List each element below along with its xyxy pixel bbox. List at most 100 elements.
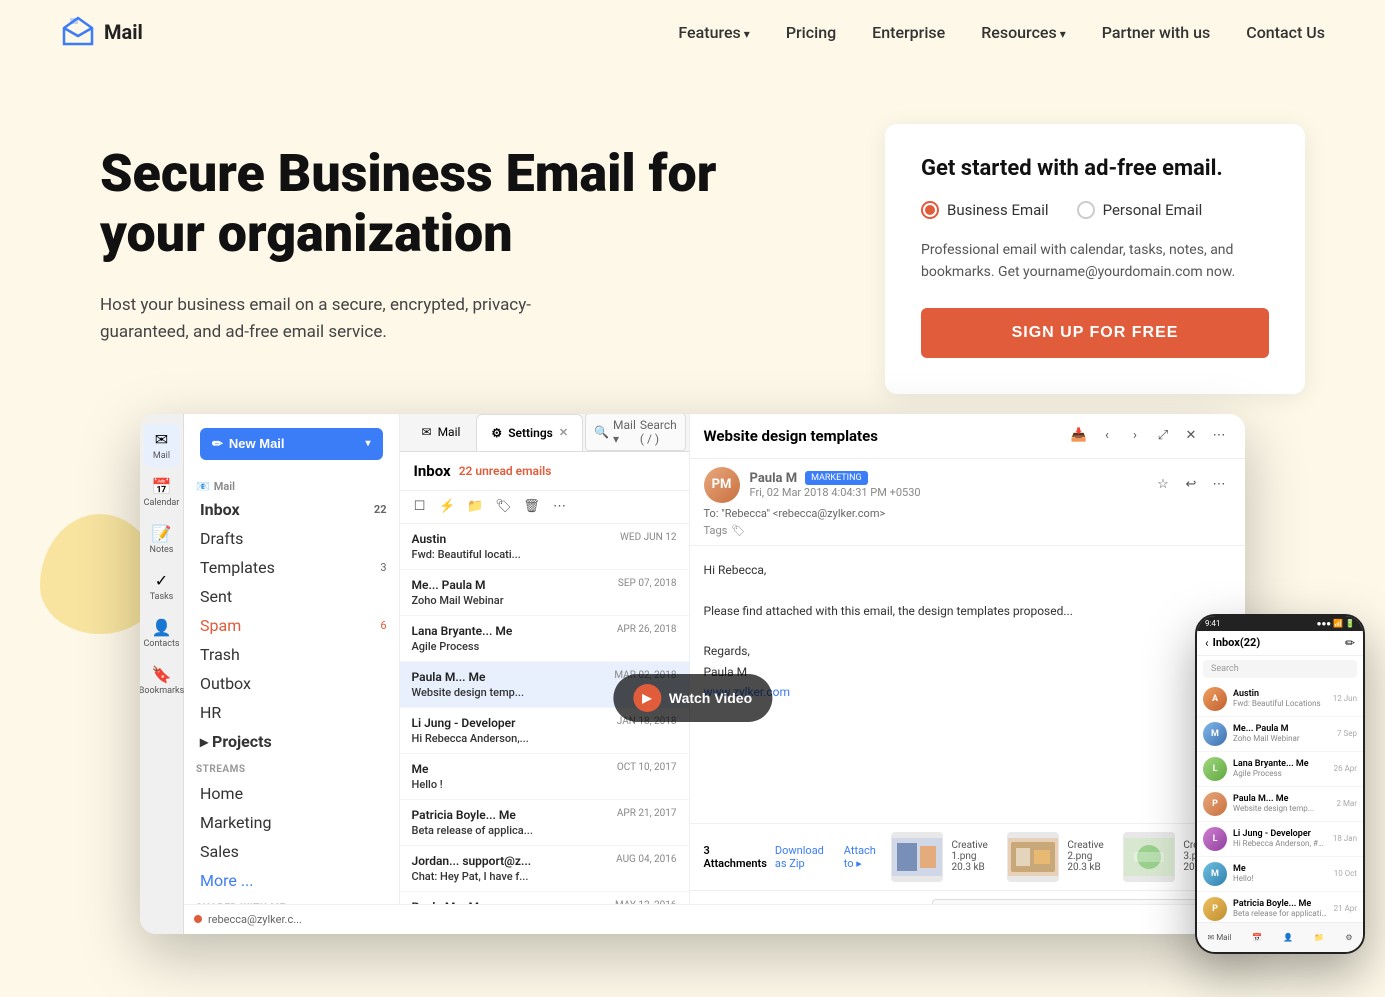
expand-icon[interactable]: ⤢	[1151, 424, 1175, 448]
email-row[interactable]: Patricia Boyle... Me APR 21, 2017 Beta r…	[400, 800, 689, 846]
attachment-2[interactable]	[1007, 832, 1059, 882]
folder-icon[interactable]: 📁	[464, 495, 488, 519]
sender-name: Paula M	[750, 471, 798, 486]
nav-contacts[interactable]: 👤 Contacts	[144, 612, 180, 655]
watch-video-button[interactable]: ▶ Watch Video	[613, 674, 772, 722]
close-detail-icon[interactable]: ✕	[1179, 424, 1203, 448]
signup-button[interactable]: SIGN UP FOR FREE	[921, 308, 1269, 358]
mobile-email-row[interactable]: A Austin Fwd: Beautiful Locations 12 Jun	[1197, 682, 1363, 717]
delete-icon[interactable]: 🗑	[520, 495, 544, 519]
sidebar-sales-stream[interactable]: Sales	[184, 837, 399, 866]
mobile-tab-contacts[interactable]: 👤	[1283, 933, 1293, 942]
sidebar-inbox[interactable]: Inbox 22	[184, 495, 399, 524]
mobile-email-row[interactable]: M Me Hello! 10 Oct	[1197, 857, 1363, 892]
mobile-tab-mail[interactable]: ✉ Mail	[1208, 933, 1232, 942]
email-row[interactable]: Austin WED JUN 12 Fwd: Beautiful locati.…	[400, 524, 689, 570]
email-row[interactable]: Me... Paula M SEP 07, 2018 Zoho Mail Web…	[400, 570, 689, 616]
more-actions-icon[interactable]: ⋯	[548, 495, 572, 519]
app-container: ✉ Mail 📅 Calendar 📝 Notes ✓ Tasks 👤	[0, 414, 1385, 994]
mobile-compose-icon[interactable]: ✏	[1345, 636, 1355, 650]
email-row[interactable]: Lana Bryante... Me APR 26, 2018 Agile Pr…	[400, 616, 689, 662]
sidebar-drafts[interactable]: Drafts	[184, 524, 399, 553]
star-icon[interactable]: ☆	[1151, 473, 1175, 497]
tab-close-button[interactable]: ✕	[559, 426, 568, 439]
email-row[interactable]: Me OCT 10, 2017 Hello !	[400, 754, 689, 800]
sidebar-home-stream[interactable]: Home	[184, 779, 399, 808]
tag-icon[interactable]: 🏷	[492, 495, 516, 519]
sidebar-spam[interactable]: Spam 6	[184, 611, 399, 640]
attach-to-link[interactable]: Attach to ▸	[844, 844, 883, 870]
nav-features[interactable]: Features	[678, 23, 749, 42]
radio-business-label: Business Email	[947, 201, 1049, 219]
radio-personal[interactable]: Personal Email	[1077, 201, 1203, 219]
mobile-search[interactable]: Search	[1203, 660, 1357, 678]
mobile-email-row[interactable]: M Me... Paula M Zoho Mail Webinar 7 Sep	[1197, 717, 1363, 752]
sidebar-outbox[interactable]: Outbox	[184, 669, 399, 698]
next-icon[interactable]: ›	[1123, 424, 1147, 448]
nav-contact[interactable]: Contact Us	[1246, 23, 1325, 42]
nav-mail[interactable]: ✉ Mail	[144, 424, 180, 467]
archive-icon[interactable]: 📥	[1067, 424, 1091, 448]
email-subject: Hello !	[412, 778, 677, 791]
attachment-3[interactable]	[1123, 832, 1175, 882]
sidebar-templates[interactable]: Templates 3	[184, 553, 399, 582]
mobile-tab-calendar[interactable]: 📅	[1252, 933, 1262, 942]
sidebar-hr[interactable]: HR	[184, 698, 399, 727]
sidebar: ✏ New Mail ▾ 📧 Mail Inbox 22 Drafts	[184, 414, 400, 934]
detail-body: Hi Rebecca, Please find attached with th…	[690, 546, 1245, 823]
nav-notes[interactable]: 📝 Notes	[144, 518, 180, 561]
filter-icon[interactable]: ⚡	[436, 495, 460, 519]
attachment-1-name: Creative 1.png	[951, 840, 999, 862]
mobile-tab-files[interactable]: 📁	[1314, 933, 1324, 942]
inbox-label: Inbox	[200, 500, 240, 519]
tab-settings[interactable]: ⚙ Settings ✕	[476, 414, 583, 451]
nav-resources[interactable]: Resources	[981, 23, 1066, 42]
search-bar[interactable]: 🔍 Mail ▾ Search ( / )	[585, 414, 686, 452]
navbar: Mail Features Pricing Enterprise Resourc…	[0, 0, 1385, 64]
search-icon: 🔍	[594, 425, 609, 439]
sidebar-projects[interactable]: ▸ Projects	[184, 727, 399, 756]
tab-settings-label: Settings	[508, 426, 553, 440]
mobile-tab-settings[interactable]: ⚙	[1345, 933, 1352, 942]
nav-partner[interactable]: Partner with us	[1102, 23, 1211, 42]
email-sender: Patricia Boyle... Me	[412, 808, 516, 822]
nav-bookmarks[interactable]: 🔖 Bookmarks	[144, 659, 180, 702]
sidebar-trash[interactable]: Trash	[184, 640, 399, 669]
inbox-title: Inbox	[414, 462, 451, 480]
calendar-icon: 📅	[152, 477, 172, 496]
bookmarks-nav-label: Bookmarks	[140, 686, 184, 696]
screenshot-wrapper: ✉ Mail 📅 Calendar 📝 Notes ✓ Tasks 👤	[60, 414, 1325, 934]
tab-mail[interactable]: ✉ Mail	[408, 414, 475, 451]
marketing-stream-label: Marketing	[200, 813, 271, 832]
email-row[interactable]: Jordan... support@z... AUG 04, 2016 Chat…	[400, 846, 689, 892]
more-detail-icon[interactable]: ⋯	[1207, 424, 1231, 448]
mobile-sender: Lana Bryante... Me	[1233, 759, 1328, 769]
email-date: AUG 04, 2016	[616, 854, 676, 868]
new-mail-button[interactable]: ✏ New Mail ▾	[200, 428, 383, 460]
tasks-nav-label: Tasks	[150, 592, 174, 602]
mobile-email-row[interactable]: L Li Jung - Developer Hi Rebecca Anderso…	[1197, 822, 1363, 857]
nav-pricing[interactable]: Pricing	[786, 23, 836, 42]
nav-enterprise[interactable]: Enterprise	[872, 23, 945, 42]
sidebar-more-stream[interactable]: More ...	[184, 866, 399, 895]
body-link[interactable]: www.zylker.com	[704, 682, 1231, 702]
mobile-email-row[interactable]: L Lana Bryante... Me Agile Process 26 Ap…	[1197, 752, 1363, 787]
mobile-sender: Li Jung - Developer	[1233, 829, 1327, 839]
attachment-1-info: Creative 1.png 20.3 kB	[951, 840, 999, 873]
more-msg-icon[interactable]: ⋯	[1207, 473, 1231, 497]
logo[interactable]: Mail	[60, 14, 143, 50]
mobile-avatar: A	[1203, 687, 1227, 711]
mobile-time: 9:41	[1205, 619, 1220, 628]
reply-quick-icon[interactable]: ↩	[1179, 473, 1203, 497]
attachment-1[interactable]	[891, 832, 943, 882]
sidebar-sent[interactable]: Sent	[184, 582, 399, 611]
nav-tasks[interactable]: ✓ Tasks	[144, 565, 180, 608]
download-zip-link[interactable]: Download as Zip	[775, 844, 836, 870]
prev-icon[interactable]: ‹	[1095, 424, 1119, 448]
sidebar-marketing-stream[interactable]: Marketing	[184, 808, 399, 837]
select-all-icon[interactable]: ☐	[408, 495, 432, 519]
mobile-back-icon[interactable]: ‹	[1205, 636, 1209, 650]
mobile-email-row[interactable]: P Paula M... Me Website design temp... 2…	[1197, 787, 1363, 822]
nav-calendar[interactable]: 📅 Calendar	[144, 471, 180, 514]
radio-business[interactable]: Business Email	[921, 201, 1049, 219]
